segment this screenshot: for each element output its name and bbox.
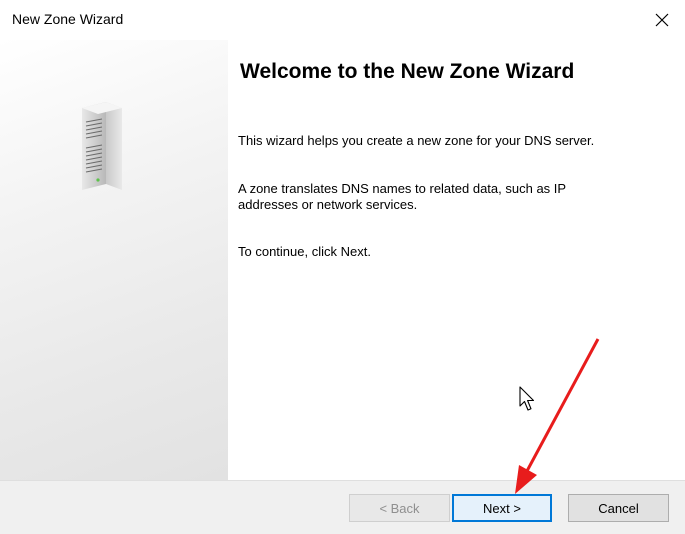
title-bar[interactable]: New Zone Wizard	[0, 0, 685, 40]
button-bar: < Back Next > Cancel	[0, 481, 685, 534]
continue-instruction: To continue, click Next.	[238, 244, 371, 259]
close-icon	[655, 13, 669, 27]
zone-explanation-paragraph: A zone translates DNS names to related d…	[238, 181, 566, 212]
wizard-window: New Zone Wizard Welcome to the New Zone …	[0, 0, 685, 534]
description-paragraph: This wizard helps you create a new zone …	[238, 133, 595, 148]
close-button[interactable]	[639, 0, 685, 40]
wizard-sidebar	[0, 40, 228, 480]
page-title: Welcome to the New Zone Wizard	[240, 60, 575, 83]
window-title: New Zone Wizard	[12, 11, 124, 27]
back-button[interactable]: < Back	[349, 494, 450, 522]
next-button[interactable]: Next >	[452, 494, 552, 522]
cancel-button[interactable]: Cancel	[568, 494, 669, 522]
mouse-pointer-icon	[519, 386, 535, 411]
server-icon	[82, 102, 122, 190]
wizard-content: Welcome to the New Zone Wizard This wiza…	[228, 40, 685, 480]
